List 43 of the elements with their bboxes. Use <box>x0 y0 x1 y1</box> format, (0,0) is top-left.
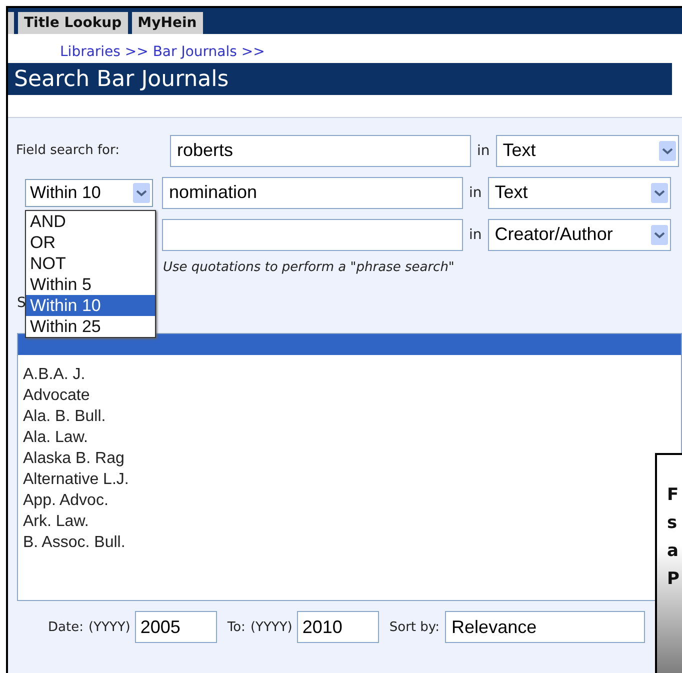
callout-text: F <box>667 485 680 505</box>
date-label: Date: <box>48 620 84 634</box>
menu-option[interactable]: AND <box>26 211 155 232</box>
search-input[interactable]: nomination <box>162 176 463 208</box>
journal-item[interactable]: Alaska B. Rag <box>18 448 124 469</box>
menu-option[interactable]: OR <box>26 232 155 253</box>
hint-text: Use quotations to perform a "phrase search" <box>163 260 456 275</box>
journal-item[interactable]: App. Advoc. <box>18 490 108 511</box>
operator-select[interactable]: Within 10 <box>25 178 153 206</box>
menu-option[interactable]: Within 5 <box>26 274 155 295</box>
callout-text: P <box>667 569 680 589</box>
callout-text: s <box>667 513 678 533</box>
date-label: To: <box>227 620 246 634</box>
journal-item[interactable]: Ala. B. Bull. <box>18 406 106 427</box>
section-label: S <box>17 295 26 313</box>
journal-item[interactable]: Ark. Law. <box>18 511 89 532</box>
field-select[interactable]: Creator/Author <box>488 218 671 250</box>
journal-item[interactable]: A.B.A. J. <box>18 364 86 385</box>
nav-tab[interactable]: MyHein <box>132 12 203 34</box>
sort-select[interactable]: Relevance <box>444 611 645 643</box>
journal-item[interactable]: Advocate <box>18 385 90 406</box>
date-format: (YYYY) <box>250 620 292 634</box>
journal-item[interactable]: Ala. Law. <box>18 427 88 448</box>
field-select[interactable]: Text <box>496 134 679 166</box>
breadcrumb-link[interactable]: Libraries >> Bar Journals >> <box>60 44 265 60</box>
nav-tab[interactable]: Title Lookup <box>18 12 128 34</box>
menu-option[interactable]: Within 10 <box>26 295 155 316</box>
page-title: Search Bar Journals <box>8 63 672 95</box>
in-label: in <box>469 184 482 200</box>
menu-option[interactable]: Within 25 <box>26 316 155 337</box>
in-label: in <box>469 226 482 242</box>
callout-text: a <box>667 541 680 561</box>
journal-item[interactable]: B. Assoc. Bull. <box>18 532 126 553</box>
journal-item[interactable]: Alternative L.J. <box>18 469 129 490</box>
in-label: in <box>477 142 490 158</box>
date-format: (YYYY) <box>88 620 130 634</box>
field-select[interactable]: Text <box>488 176 671 208</box>
date-to-input[interactable]: 2010 <box>297 611 380 643</box>
field-label: Field search for: <box>15 143 120 158</box>
sort-label: Sort by: <box>389 620 440 634</box>
date-from-input[interactable]: 2005 <box>135 611 218 643</box>
search-input[interactable]: roberts <box>170 134 471 166</box>
menu-option[interactable]: NOT <box>26 253 155 274</box>
